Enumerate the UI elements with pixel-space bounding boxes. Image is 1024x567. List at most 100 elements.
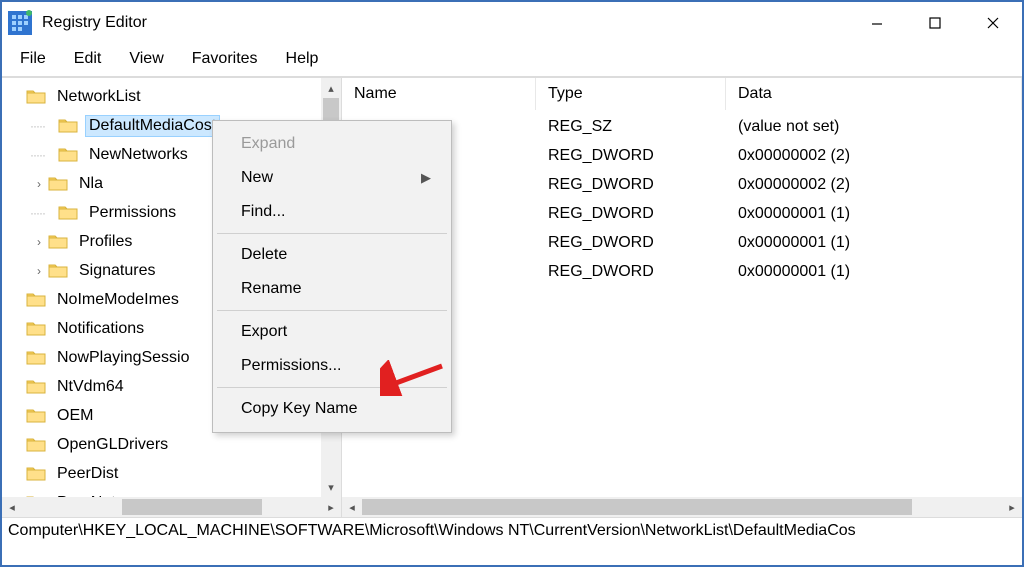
folder-icon	[26, 465, 48, 483]
value-data: 0x00000001 (1)	[726, 234, 1022, 252]
folder-icon	[48, 233, 70, 251]
context-menu-item[interactable]: Permissions...	[215, 349, 449, 383]
tree-item[interactable]: OpenGLDrivers	[2, 430, 341, 459]
tree-item-label: NowPlayingSessio	[54, 348, 193, 368]
tree-item-label: NetworkList	[54, 87, 144, 107]
titlebar: Registry Editor	[2, 2, 1022, 44]
tree-connector-icon: ·····	[30, 119, 58, 133]
tree-item-label: PeerDist	[54, 464, 121, 484]
scroll-left-icon[interactable]: ◂	[2, 501, 22, 514]
scroll-thumb[interactable]	[122, 499, 262, 515]
context-menu-separator	[217, 310, 447, 311]
context-menu-label: New	[241, 169, 273, 187]
tree-item-label: Profiles	[76, 232, 135, 252]
context-menu-item[interactable]: Delete	[215, 238, 449, 272]
menu-edit[interactable]: Edit	[62, 46, 114, 72]
context-menu-item[interactable]: Export	[215, 315, 449, 349]
tree-item-label: NoImeModeImes	[54, 290, 182, 310]
value-type: REG_SZ	[536, 118, 726, 136]
column-name[interactable]: Name	[342, 78, 536, 110]
value-type: REG_DWORD	[536, 205, 726, 223]
chevron-right-icon[interactable]: ›	[30, 177, 48, 191]
context-menu-label: Delete	[241, 246, 287, 264]
context-menu-item[interactable]: Find...	[215, 195, 449, 229]
value-type: REG_DWORD	[536, 147, 726, 165]
tree-item-label: DefaultMediaCost	[86, 116, 219, 136]
value-type: REG_DWORD	[536, 176, 726, 194]
context-menu-label: Rename	[241, 280, 301, 298]
folder-icon	[58, 146, 80, 164]
context-menu-item[interactable]: Copy Key Name	[215, 392, 449, 426]
tree-item-label: NewNetworks	[86, 145, 191, 165]
close-button[interactable]	[964, 2, 1022, 44]
menu-help[interactable]: Help	[274, 46, 331, 72]
list-horizontal-scrollbar[interactable]: ◂ ▸	[342, 497, 1022, 517]
scroll-right-icon[interactable]: ▸	[1002, 501, 1022, 514]
tree-item-label: Signatures	[76, 261, 159, 281]
folder-icon	[26, 349, 48, 367]
window-controls	[848, 2, 1022, 44]
chevron-right-icon[interactable]: ›	[30, 264, 48, 278]
folder-icon	[26, 320, 48, 338]
column-data[interactable]: Data	[726, 78, 1022, 110]
tree-item-label: Notifications	[54, 319, 147, 339]
app-icon	[6, 9, 34, 37]
context-menu-label: Find...	[241, 203, 285, 221]
context-menu-item: Expand	[215, 127, 449, 161]
context-menu: Expand New ▶ Find... Delete Rename Export Permi…	[212, 120, 452, 433]
value-data: 0x00000002 (2)	[726, 147, 1022, 165]
context-menu-separator	[217, 387, 447, 388]
status-bar: Computer\HKEY_LOCAL_MACHINE\SOFTWARE\Mic…	[2, 517, 1022, 547]
menu-favorites[interactable]: Favorites	[180, 46, 270, 72]
minimize-button[interactable]	[848, 2, 906, 44]
tree-item-label: Permissions	[86, 203, 179, 223]
context-menu-item[interactable]: New ▶	[215, 161, 449, 195]
value-data: (value not set)	[726, 118, 1022, 136]
column-type[interactable]: Type	[536, 78, 726, 110]
folder-icon	[58, 204, 80, 222]
tree-item-root[interactable]: NetworkList	[2, 82, 341, 111]
maximize-button[interactable]	[906, 2, 964, 44]
tree-item-label: Nla	[76, 174, 106, 194]
context-menu-label: Expand	[241, 135, 295, 153]
folder-icon	[26, 88, 48, 106]
value-data: 0x00000001 (1)	[726, 205, 1022, 223]
context-menu-label: Copy Key Name	[241, 400, 358, 418]
scroll-left-icon[interactable]: ◂	[342, 501, 362, 514]
value-type: REG_DWORD	[536, 263, 726, 281]
chevron-right-icon: ▶	[421, 170, 431, 186]
scroll-down-icon[interactable]: ▾	[321, 477, 341, 497]
menu-file[interactable]: File	[8, 46, 58, 72]
context-menu-separator	[217, 233, 447, 234]
context-menu-item[interactable]: Rename	[215, 272, 449, 306]
folder-icon	[26, 378, 48, 396]
context-menu-label: Permissions...	[241, 357, 341, 375]
chevron-right-icon[interactable]: ›	[30, 235, 48, 249]
value-data: 0x00000001 (1)	[726, 263, 1022, 281]
tree-item-label: OEM	[54, 406, 96, 426]
content-area: NetworkList ····· DefaultMediaCost ····· Ne…	[2, 77, 1022, 517]
tree-item[interactable]: PeerDist	[2, 459, 341, 488]
tree-horizontal-scrollbar[interactable]: ◂ ▸	[2, 497, 341, 517]
tree-connector-icon: ·····	[30, 148, 58, 162]
folder-icon	[26, 436, 48, 454]
column-headers: Name Type Data	[342, 78, 1022, 110]
tree-item-label: OpenGLDrivers	[54, 435, 171, 455]
folder-icon	[48, 262, 70, 280]
folder-icon	[26, 291, 48, 309]
context-menu-label: Export	[241, 323, 287, 341]
window-title: Registry Editor	[42, 14, 848, 32]
tree-item-label: NtVdm64	[54, 377, 127, 397]
scroll-up-icon[interactable]: ▴	[321, 78, 341, 98]
scroll-thumb[interactable]	[362, 499, 912, 515]
scroll-right-icon[interactable]: ▸	[321, 501, 341, 514]
menubar: File Edit View Favorites Help	[2, 44, 1022, 77]
folder-icon	[26, 407, 48, 425]
value-data: 0x00000002 (2)	[726, 176, 1022, 194]
value-type: REG_DWORD	[536, 234, 726, 252]
tree-item[interactable]: PeerNet	[2, 488, 341, 497]
menu-view[interactable]: View	[117, 46, 175, 72]
folder-icon	[48, 175, 70, 193]
folder-icon	[58, 117, 80, 135]
tree-connector-icon: ·····	[30, 206, 58, 220]
